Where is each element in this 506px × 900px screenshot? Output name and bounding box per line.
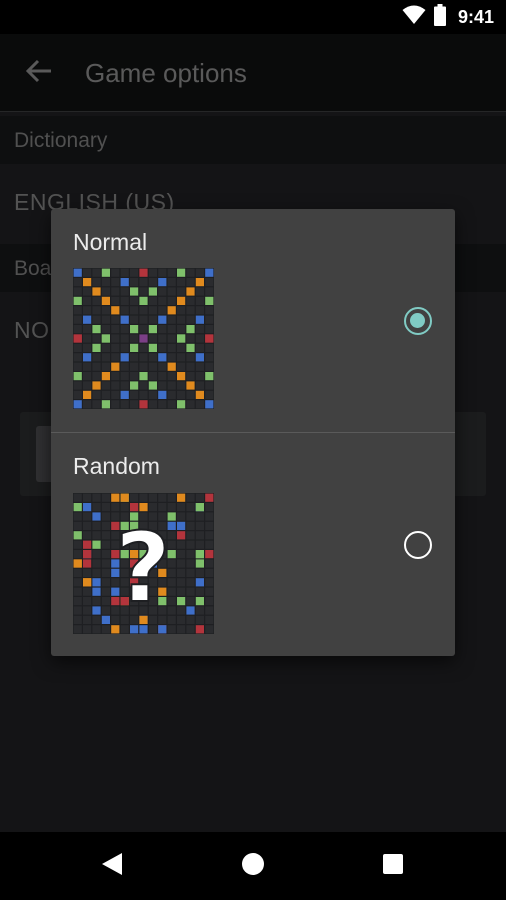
option-normal-label: Normal <box>73 229 148 255</box>
status-icons: 9:41 <box>402 3 494 31</box>
question-mark-overlay: ? <box>115 512 171 624</box>
battery-icon <box>433 3 446 31</box>
option-random[interactable]: Random ? <box>51 433 455 655</box>
option-random-label: Random <box>73 453 160 479</box>
navigation-bar <box>0 832 506 900</box>
board-type-dialog: Normal Random ? <box>51 209 455 656</box>
back-triangle-icon <box>101 852 123 881</box>
home-circle-icon <box>241 852 265 881</box>
radio-normal[interactable] <box>404 307 432 335</box>
nav-back-button[interactable] <box>92 846 132 886</box>
nav-home-button[interactable] <box>233 846 273 886</box>
radio-random[interactable] <box>404 531 432 559</box>
normal-board-icon <box>73 268 214 409</box>
recents-square-icon <box>382 853 404 880</box>
status-bar: 9:41 <box>0 0 506 34</box>
status-time: 9:41 <box>457 6 494 27</box>
nav-recents-button[interactable] <box>373 846 413 886</box>
radio-normal-dot <box>410 313 425 328</box>
random-board-icon: ? <box>73 493 214 634</box>
wifi-icon <box>402 5 426 30</box>
option-normal[interactable]: Normal <box>51 209 455 431</box>
